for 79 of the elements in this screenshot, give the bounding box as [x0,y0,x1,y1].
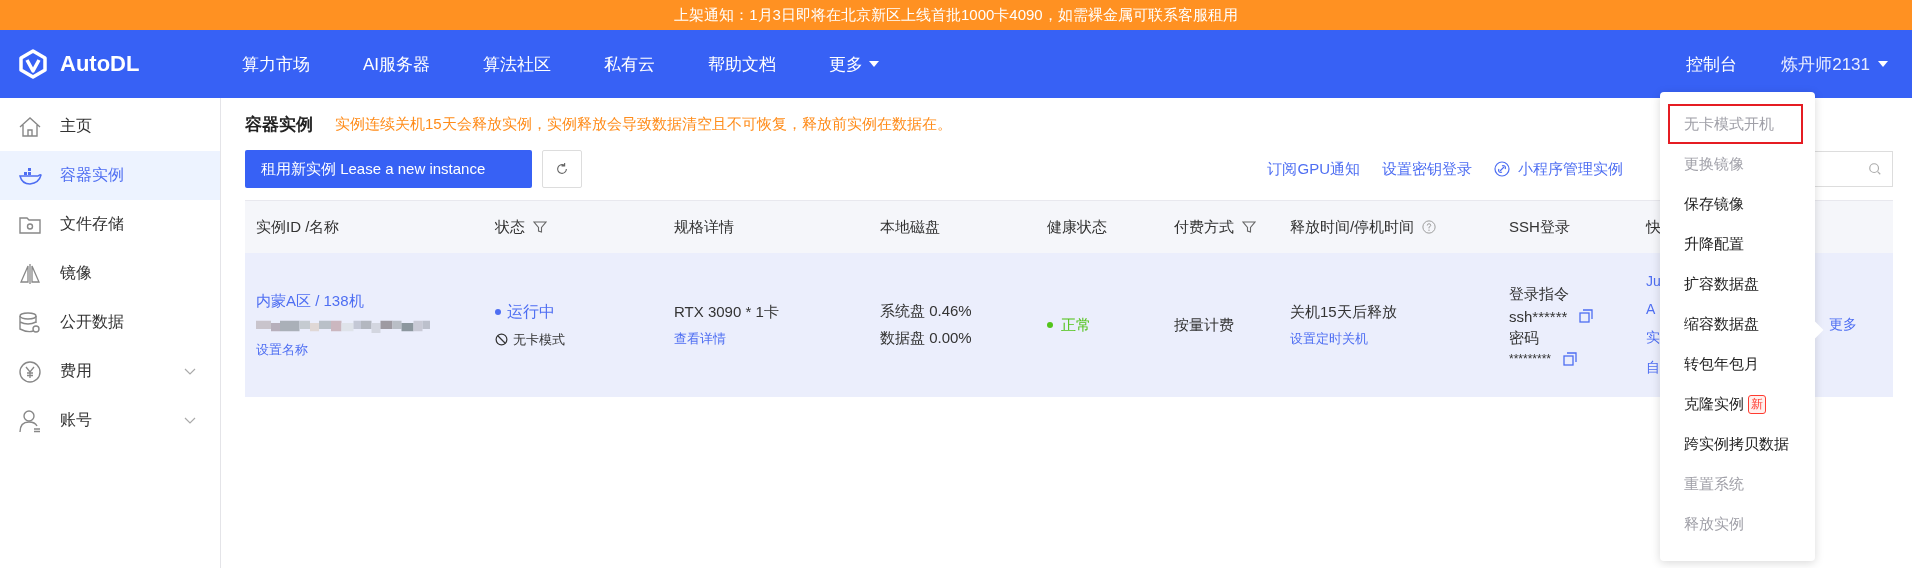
column-header: 状态 [484,201,663,253]
ssh-command: ssh****** [1509,307,1568,325]
copy-icon[interactable] [1579,309,1594,323]
sidebar-item[interactable]: 文件存储 [0,200,220,249]
quick-link[interactable]: 自 [1646,359,1661,377]
column-header: SSH登录 [1508,216,1571,237]
menu-item[interactable]: 缩容数据盘 [1668,304,1803,344]
nav-link[interactable]: 私有云 [604,52,656,76]
disk-usage: 系统盘 0.46% [880,302,973,321]
status-text: 运行中 [495,301,663,323]
link-icon [1494,161,1510,177]
nav-link[interactable]: 更多 [829,52,880,76]
instance-name-link[interactable]: 内蒙A区 / 138机 [256,291,484,311]
database-icon [18,310,42,335]
toolbar-link[interactable]: 设置密钥登录 [1382,159,1472,179]
menu-item[interactable]: 扩容数据盘 [1668,264,1803,304]
prohibited-icon [495,333,508,346]
column-header: 实例ID /名称 [255,216,341,237]
release-time: 关机15天后释放 [1290,302,1398,322]
sidebar-item[interactable]: 容器实例 [0,151,220,200]
caret-icon [1878,61,1888,67]
column-header: 快 [1644,216,1661,237]
set-name-link[interactable]: 设置名称 [256,340,484,359]
password-label: 密码 [1509,328,1540,348]
view-details-link[interactable]: 查看详情 [674,329,869,348]
toolbar-link[interactable]: 小程序管理实例 [1494,159,1623,179]
quick-link[interactable]: Ju [1646,273,1661,289]
page-title: 容器实例 [245,113,313,136]
logo[interactable]: AutoDL [18,49,242,79]
gpu-spec: RTX 3090 * 1卡 [674,302,780,322]
sidebar-item[interactable]: 主页 [0,102,220,151]
console-link[interactable]: 控制台 [1686,52,1738,76]
menu-item[interactable]: 克隆实例 新 [1668,384,1803,424]
billing-method: 按量计费 [1174,315,1235,335]
menu-item[interactable]: 跨实例拷贝数据 [1668,424,1803,464]
new-badge: 新 [1748,394,1766,414]
copy-icon[interactable] [1563,351,1578,366]
column-header: 付费方式 [1163,201,1279,253]
column-header: 规格详情 [673,216,735,237]
menu-item[interactable]: 保存镜像 [1668,184,1803,224]
sidebar-item[interactable]: 账号 [0,396,220,445]
caret-icon [869,61,880,67]
user-icon [18,408,42,433]
refresh-icon [555,162,569,176]
column-header: 本地磁盘 [879,216,941,237]
announcement-text: 上架通知：1月3日即将在北京新区上线首批1000卡4090，如需裸金属可联系客服租用 [674,5,1238,25]
more-link[interactable]: 更多 [1829,316,1857,334]
refresh-button[interactable] [542,150,582,188]
yuan-icon [18,359,42,384]
column-header: 释放时间/停机时间 [1279,201,1498,253]
sidebar-item[interactable]: 费用 [0,347,220,396]
sidebar-item[interactable]: 公开数据 [0,298,220,347]
help-icon[interactable] [1422,220,1437,234]
column-header: 健康状态 [1046,216,1108,237]
search-icon [1868,162,1882,176]
home-icon [18,114,42,139]
warning-notice: 实例连续关机15天会释放实例，实例释放会导致数据清空且不可恢复，释放前实例在数据在。 [335,114,952,134]
logo-icon [18,49,48,79]
toolbar-link[interactable]: 订阅GPU通知 [1267,159,1360,179]
filter-icon[interactable] [533,220,547,234]
quick-link[interactable]: A [1646,301,1661,317]
lease-new-instance-button[interactable]: 租用新实例 Lease a new instance [245,150,532,188]
user-menu[interactable]: 炼丹师2131 [1781,52,1888,76]
disk-usage: 数据盘 0.00% [880,329,973,348]
menu-item[interactable]: 升降配置 [1668,224,1803,264]
nav-link[interactable]: 算力市场 [242,52,310,76]
nav-link[interactable]: 帮助文档 [708,52,777,76]
mode-label: 无卡模式 [495,330,663,349]
sidebar-item[interactable]: 镜像 [0,249,220,298]
nav-link[interactable]: 算法社区 [483,52,552,76]
health-status: 正常 [1047,315,1163,335]
menu-item[interactable]: 转包年包月 [1668,344,1803,384]
mirror-icon [18,261,42,286]
ssh-label: 登录指令 [1509,284,1570,304]
password-value: ********* [1509,351,1552,366]
scheduled-shutdown-link[interactable]: 设置定时关机 [1290,329,1498,348]
filter-icon[interactable] [1242,220,1256,234]
quick-link[interactable]: 实 [1646,329,1661,347]
nav-link[interactable]: AI服务器 [363,52,431,76]
